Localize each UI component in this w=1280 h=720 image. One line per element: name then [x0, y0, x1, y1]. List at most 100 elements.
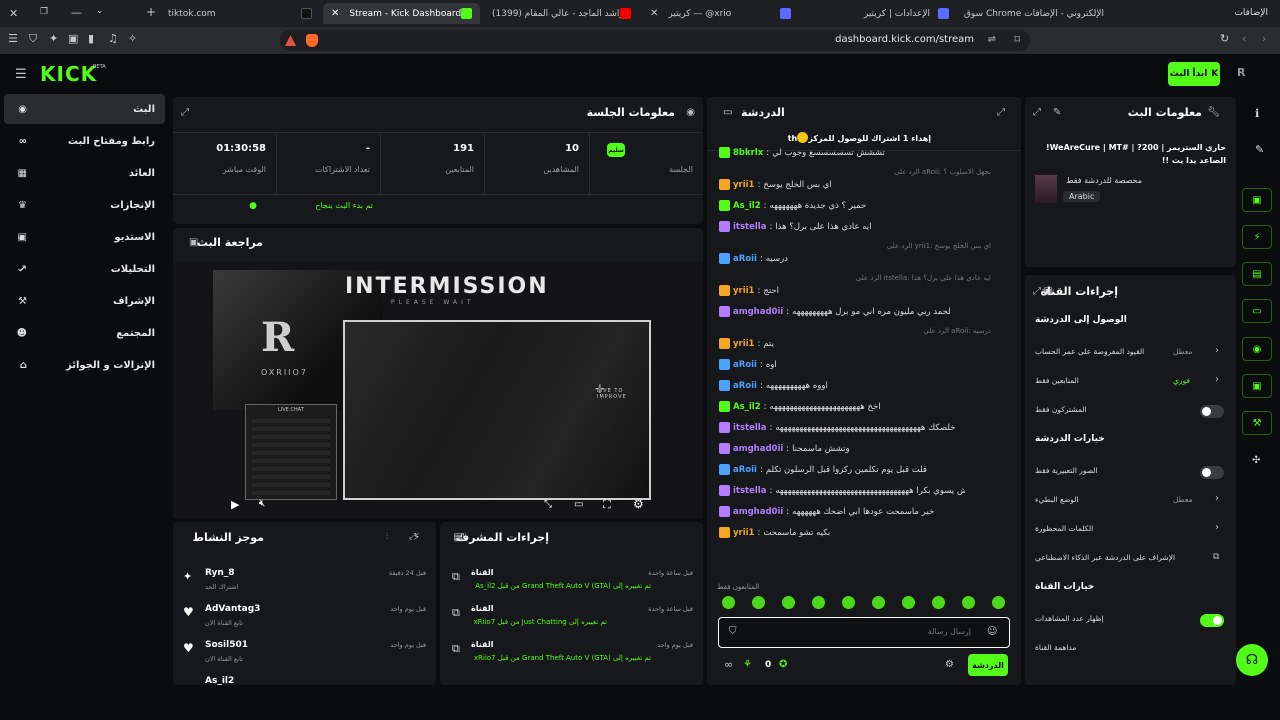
channel-action-row[interactable]: المتابعين فقط فوري › — [1025, 372, 1236, 394]
mute-icon[interactable]: 🔇︎ — [259, 498, 265, 509]
sidebar-item-achievements[interactable]: ♛ الإنجازات — [4, 190, 165, 220]
sidebar-item-drops[interactable]: ⌂ الإنزالات و الجوائز — [4, 350, 165, 380]
go-live-button[interactable]: ابدأ البث K — [1168, 62, 1220, 86]
restore-window-icon[interactable]: ❐ — [40, 7, 48, 17]
url-text[interactable]: dashboard.kick.com/stream — [835, 34, 974, 45]
site-settings-icon[interactable]: ⇌ — [988, 34, 996, 45]
expand-icon[interactable]: ⤢ — [1033, 107, 1041, 118]
sidebar-item-stream-key[interactable]: ∞ رابط ومفتاح البث — [4, 126, 165, 156]
chat-username[interactable]: aRoii — [733, 254, 757, 264]
activity-user[interactable]: AdVantag3 — [205, 604, 260, 614]
chat-username[interactable]: itstella — [733, 222, 766, 232]
rail-video-button[interactable]: ▣ — [1242, 188, 1272, 212]
rail-doc-button[interactable]: ▤ — [1242, 262, 1272, 286]
channel-action-row[interactable]: الوضع البطيء معطل › — [1025, 491, 1236, 513]
chat-username[interactable]: As_il2 — [733, 201, 761, 211]
chat-username[interactable]: yrii1 — [733, 528, 754, 538]
music-icon[interactable]: ♫ — [108, 32, 118, 45]
chat-username[interactable]: As_il2 — [733, 402, 761, 412]
brave-rewards-icon[interactable] — [285, 35, 296, 46]
chat-username[interactable]: aRoii — [733, 360, 757, 370]
tab-creator[interactable]: ✕ كريتير — @xrio — [642, 3, 799, 24]
chat-message[interactable]: وتشش ماسمحنا: amghad0ii — [719, 443, 1009, 454]
info-icon[interactable]: ℹ — [1255, 107, 1259, 120]
chat-username[interactable]: 8bkrlx — [733, 148, 763, 158]
chat-message[interactable]: تششش تسسسسسع وجوب لي:8bkrlx — [719, 147, 1009, 158]
chat-username[interactable]: yrii1 — [733, 286, 754, 296]
chat-message[interactable]: خير ماسمحت عودها ابي اضحك ههههههه: amghad… — [719, 506, 1009, 517]
emote-icon[interactable] — [812, 596, 825, 609]
pencil-icon[interactable]: ✎ — [1053, 107, 1061, 118]
channel-action-row[interactable]: مداهمة القناة — [1025, 639, 1236, 661]
emote-icon[interactable] — [962, 596, 975, 609]
channel-action-row[interactable]: القيود المفروضة على عمر الحساب معطل › — [1025, 343, 1236, 365]
sidebar-item-community[interactable]: ⌄ ☻ المجتمع — [4, 318, 165, 348]
add-widget-icon[interactable]: ✣ — [1252, 455, 1260, 466]
chat-message[interactable]: قلت قبل يوم تكلمين ركزوا قبل الرسلون تكل… — [719, 464, 1009, 475]
emote-icon[interactable] — [722, 596, 735, 609]
channel-action-row[interactable]: إظهار عدد المشاهدات — [1025, 610, 1236, 632]
sidebar-item-stream[interactable]: ◉ البث — [4, 94, 165, 124]
rail-chat-button[interactable]: ▭ — [1242, 299, 1272, 323]
reload-icon[interactable]: ↻ — [1220, 32, 1229, 45]
channel-action-row[interactable]: المشتركون فقط — [1025, 401, 1236, 423]
menu-icon[interactable]: ☰ — [8, 32, 18, 45]
puzzle-icon[interactable]: ✧ — [128, 32, 137, 45]
chat-message[interactable]: لحمد ربي مليون مره اني مو برل هههههههههه… — [719, 306, 1009, 317]
channel-action-row[interactable]: الإشراف على الدردشة عبر الذكاء الاصطناعي… — [1025, 549, 1236, 571]
chat-username[interactable]: itstella — [733, 486, 766, 496]
chat-message[interactable]: حمير ؟ ذي جديدة هههههههه: As_il2 — [719, 200, 1009, 211]
extension-icon[interactable]: ✦ — [49, 32, 58, 45]
sidebar-item-analytics[interactable]: ⌄ ↗ التحليلات — [4, 254, 165, 284]
chat-message[interactable]: درسيه: aRoii — [719, 253, 1009, 264]
fullscreen-icon[interactable]: ⛶ — [603, 498, 611, 512]
bookmark-icon[interactable]: ⌑ — [1014, 33, 1020, 46]
url-field[interactable]: dashboard.kick.com/stream ⇌ ⌑ — [280, 30, 1030, 51]
chat-message[interactable]: يتم: yrii1 — [719, 338, 1009, 349]
minimize-window-icon[interactable]: — — [71, 6, 82, 19]
rail-wrench-button[interactable]: ⚒ — [1242, 411, 1272, 435]
close-tab-icon[interactable]: ✕ — [331, 8, 339, 19]
expand-icon[interactable]: ⤢ — [181, 107, 189, 118]
play-icon[interactable]: ▶ — [231, 498, 239, 511]
sidebar-item-moderation[interactable]: ⚒ الإشراف — [4, 286, 165, 316]
chat-username[interactable]: yrii1 — [733, 339, 754, 349]
filter-icon[interactable]: ⫶ — [386, 532, 388, 542]
tab-kick-dashboard[interactable]: ✕ Stream - Kick Dashboard — [323, 3, 480, 24]
tab-youtube[interactable]: (1399) راشد الماجد - عالي المقام - (... — [484, 3, 639, 24]
chat-message[interactable]: بكيه تشو ماسمحت: yrii1 — [719, 527, 1009, 538]
emote-icon[interactable] — [752, 596, 765, 609]
toggle-switch[interactable] — [1200, 405, 1224, 418]
channel-action-row[interactable]: الكلمات المحظورة › — [1025, 520, 1236, 542]
close-tab-icon[interactable]: ✕ — [650, 8, 658, 19]
emote-icon[interactable] — [932, 596, 945, 609]
toggle-switch[interactable] — [1200, 466, 1224, 479]
emote-icon[interactable] — [782, 596, 795, 609]
sidebar-item-revenue[interactable]: ▦ العائد — [4, 158, 165, 188]
channel-action-row[interactable]: الصور التعبيرية فقط — [1025, 462, 1236, 484]
emote-icon[interactable] — [992, 596, 1005, 609]
link-icon[interactable]: ∞ — [724, 658, 733, 671]
chat-username[interactable]: aRoii — [733, 465, 757, 475]
chat-username[interactable]: amghad0ii — [733, 507, 783, 517]
chat-username[interactable]: yrii1 — [733, 180, 754, 190]
chat-message[interactable]: اي بس الخلج يوسخ: yrii1 — [719, 179, 1009, 190]
chat-send-button[interactable]: الدردشة — [968, 654, 1008, 676]
rail-target-button[interactable]: ◉ — [1242, 337, 1272, 361]
rail-channel-button[interactable]: ▣ — [1242, 374, 1272, 398]
theater-icon[interactable]: ▭ — [574, 499, 583, 510]
chat-message[interactable]: اخخ هههههههههههههههههههههههه: As_il2 — [719, 401, 1009, 412]
tab-settings[interactable]: الإعدادات | كريتير — [802, 3, 957, 24]
new-tab-icon[interactable]: + — [146, 5, 156, 19]
shield-icon[interactable]: ⛉ — [29, 32, 37, 46]
toggle-switch[interactable] — [1200, 614, 1224, 627]
emote-icon[interactable] — [872, 596, 885, 609]
gear-icon[interactable]: ⚙ — [945, 659, 954, 670]
tab-chrome-store[interactable]: سوق Chrome الإلكتروني - الإضافات — [960, 3, 1120, 24]
emote-icon[interactable] — [902, 596, 915, 609]
support-chat-button[interactable]: ☊ — [1236, 644, 1268, 676]
chat-username[interactable]: itstella — [733, 423, 766, 433]
brave-shield-icon[interactable] — [306, 34, 318, 47]
avatar[interactable]: R — [1237, 66, 1245, 79]
activity-user[interactable]: Sosil501 — [205, 640, 248, 650]
